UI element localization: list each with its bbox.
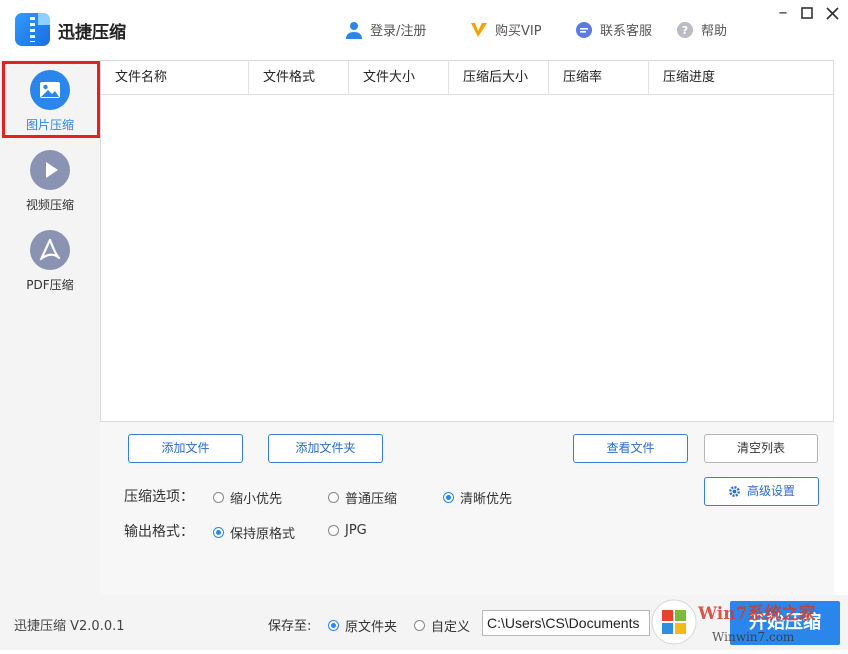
sidebar-item-video-compress[interactable]: 视频压缩: [0, 140, 100, 220]
radio-normal-compress[interactable]: 普通压缩: [328, 488, 397, 507]
column-header: 文件大小: [349, 61, 449, 95]
add-folder-button[interactable]: 添加文件夹: [268, 434, 383, 463]
watermark: Win7系统之家 Winwin7.com: [650, 595, 848, 650]
close-button[interactable]: [821, 2, 843, 24]
app-title: 迅捷压缩: [58, 23, 126, 43]
svg-text:?: ?: [682, 24, 688, 37]
maximize-icon: [801, 7, 813, 19]
radio-original-folder[interactable]: 原文件夹: [328, 616, 397, 635]
radio-label: 清晰优先: [460, 492, 513, 507]
login-label: 登录/注册: [370, 24, 427, 39]
sidebar: 图片压缩 视频压缩 PDF压缩: [0, 60, 100, 595]
compress-option-label: 压缩选项：: [124, 489, 194, 505]
svg-text:Win7系统之家: Win7系统之家: [697, 603, 815, 624]
help-icon: ?: [677, 21, 693, 38]
radio-label: 原文件夹: [345, 620, 398, 635]
table-header: 文件名称 文件格式 文件大小 压缩后大小 压缩率 压缩进度: [101, 61, 833, 95]
column-header: 文件名称: [101, 61, 249, 95]
radio-clarity-priority[interactable]: 清晰优先: [443, 488, 512, 507]
save-path-input[interactable]: C:\Users\CS\Documents: [482, 610, 650, 636]
play-icon: [30, 150, 70, 190]
buy-vip-link[interactable]: 购买VIP: [470, 20, 542, 39]
output-format-label: 输出格式：: [124, 524, 194, 540]
save-to-label: 保存至:: [268, 619, 312, 634]
radio-label: 保持原格式: [230, 527, 296, 542]
footer-bar: 迅捷压缩 V2.0.0.1 保存至: 原文件夹 自定义 C:\Users\CS\…: [0, 595, 848, 650]
radio-jpg[interactable]: JPG: [328, 523, 367, 538]
advanced-settings-label: 高级设置: [746, 484, 795, 498]
app-logo-icon: [15, 13, 50, 46]
chat-icon: [576, 21, 592, 38]
radio-shrink-priority[interactable]: 缩小优先: [213, 488, 282, 507]
highlight-annotation-box: [2, 61, 100, 138]
user-icon: [346, 21, 362, 39]
sidebar-item-label: 视频压缩: [25, 198, 74, 212]
column-header: 文件格式: [249, 61, 349, 95]
service-label: 联系客服: [600, 24, 653, 39]
radio-label: 缩小优先: [230, 492, 283, 507]
view-file-button[interactable]: 查看文件: [573, 434, 688, 463]
radio-label: 自定义: [431, 620, 471, 635]
maximize-button[interactable]: [796, 2, 818, 24]
file-table: 文件名称 文件格式 文件大小 压缩后大小 压缩率 压缩进度: [100, 60, 834, 422]
clear-list-button[interactable]: 清空列表: [704, 434, 818, 463]
sidebar-item-label: PDF压缩: [26, 278, 74, 292]
controls-panel: 添加文件 添加文件夹 查看文件 清空列表 高级设置 压缩选项： 缩小优先 普通压…: [100, 422, 834, 595]
column-header: 压缩后大小: [449, 61, 549, 95]
title-bar: 迅捷压缩 登录/注册 购买VIP 联系客服 ? 帮助 –: [0, 0, 848, 60]
help-link[interactable]: ? 帮助: [676, 20, 727, 39]
customer-service-link[interactable]: 联系客服: [575, 20, 652, 39]
gear-icon: [729, 486, 740, 497]
column-header: 压缩进度: [663, 70, 716, 85]
version-label: 迅捷压缩 V2.0.0.1: [14, 619, 125, 634]
radio-keep-format[interactable]: 保持原格式: [213, 523, 295, 542]
radio-label: JPG: [345, 523, 367, 538]
close-icon: [825, 7, 839, 20]
vip-label: 购买VIP: [495, 24, 542, 39]
radio-label: 普通压缩: [345, 492, 398, 507]
login-link[interactable]: 登录/注册: [345, 20, 426, 39]
sidebar-item-pdf-compress[interactable]: PDF压缩: [0, 220, 100, 300]
radio-custom-folder[interactable]: 自定义: [414, 616, 470, 635]
advanced-settings-button[interactable]: 高级设置: [704, 477, 819, 506]
vip-icon: [471, 22, 487, 37]
column-header: 压缩率: [549, 61, 649, 95]
pdf-icon: [30, 230, 70, 270]
svg-text:Winwin7.com: Winwin7.com: [712, 630, 795, 644]
help-label: 帮助: [701, 24, 728, 39]
add-file-button[interactable]: 添加文件: [128, 434, 243, 463]
minimize-button[interactable]: –: [772, 2, 794, 24]
